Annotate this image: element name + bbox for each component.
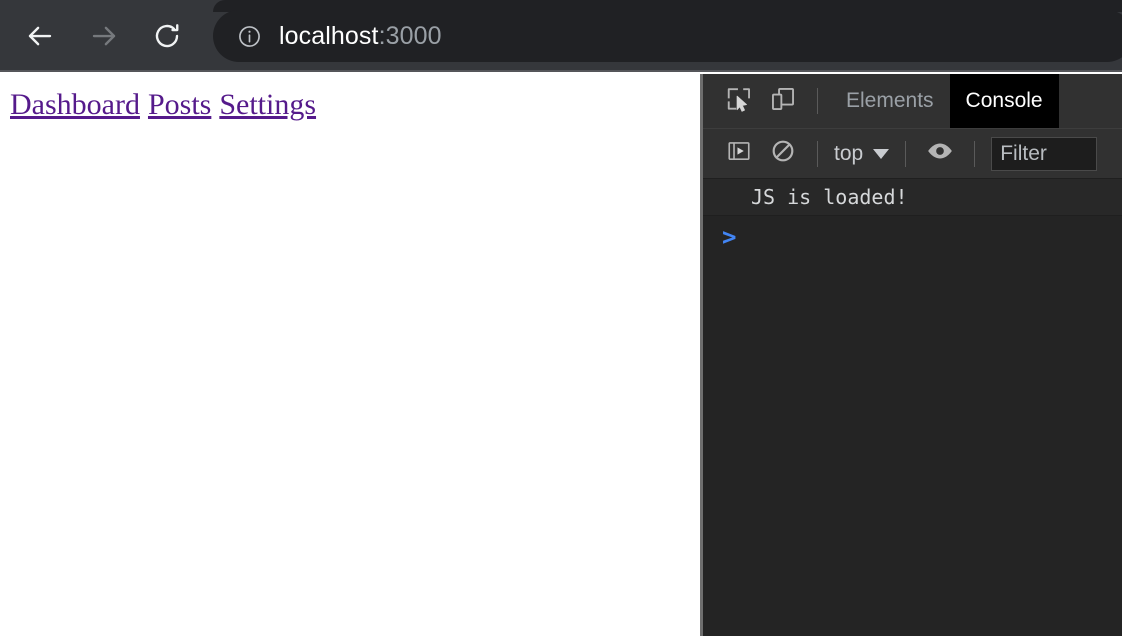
site-info-icon[interactable]	[236, 23, 262, 49]
nav-link-settings[interactable]: Settings	[219, 88, 316, 121]
devtools-panel: Elements Console top Filter JS is loaded…	[703, 74, 1122, 636]
console-message-row[interactable]: JS is loaded!	[703, 178, 1122, 216]
address-bar-text: localhost:3000	[279, 22, 442, 51]
prompt-caret-icon: >	[722, 223, 737, 251]
arrow-left-icon	[25, 21, 55, 51]
nav-link-dashboard[interactable]: Dashboard	[10, 88, 140, 121]
reload-icon	[152, 21, 182, 51]
devtools-tabbar: Elements Console	[703, 74, 1122, 128]
browser-window: localhost:3000 DashboardPostsSettings	[0, 0, 1122, 636]
console-message-text: JS is loaded!	[751, 185, 908, 209]
console-toolbar-divider	[905, 140, 907, 167]
console-toolbar: top	[703, 128, 1122, 178]
toolbar-divider	[817, 88, 818, 114]
sidebar-toggle-icon	[726, 138, 752, 169]
console-filter-input[interactable]	[991, 136, 1098, 171]
chevron-down-icon	[873, 148, 890, 159]
tab-console[interactable]: Console	[949, 74, 1059, 128]
no-entry-icon	[770, 138, 796, 169]
device-toolbar-button[interactable]	[761, 79, 805, 123]
console-prompt-input[interactable]	[736, 216, 1122, 258]
browser-toolbar: localhost:3000	[0, 0, 1122, 72]
console-sidebar-toggle-button[interactable]	[717, 132, 761, 176]
clear-console-button[interactable]	[761, 132, 805, 176]
eye-icon	[926, 137, 954, 170]
url-host: localhost	[279, 21, 379, 50]
url-port: :3000	[378, 21, 442, 50]
device-toolbar-icon	[769, 85, 797, 118]
forward-button[interactable]	[82, 14, 126, 58]
execution-context-selector[interactable]: top	[830, 142, 893, 166]
reload-button[interactable]	[145, 14, 189, 58]
console-prompt[interactable]: >	[703, 216, 1122, 258]
console-output: JS is loaded! >	[703, 178, 1122, 636]
address-bar[interactable]: localhost:3000	[213, 10, 1122, 62]
console-toolbar-divider	[974, 140, 976, 167]
live-expression-button[interactable]	[918, 132, 962, 176]
console-toolbar-divider	[817, 140, 818, 167]
site-navigation: Dashboard Posts Settings	[0, 74, 700, 123]
back-button[interactable]	[18, 14, 62, 58]
tab-elements[interactable]: Elements	[830, 74, 950, 128]
inspect-cursor-icon	[725, 85, 753, 118]
nav-link-posts[interactable]: Posts	[148, 88, 211, 121]
inspect-element-button[interactable]	[717, 79, 761, 123]
execution-context-label: top	[834, 141, 864, 165]
page-viewport: Dashboard Posts Settings	[0, 74, 700, 636]
arrow-right-icon	[89, 21, 119, 51]
